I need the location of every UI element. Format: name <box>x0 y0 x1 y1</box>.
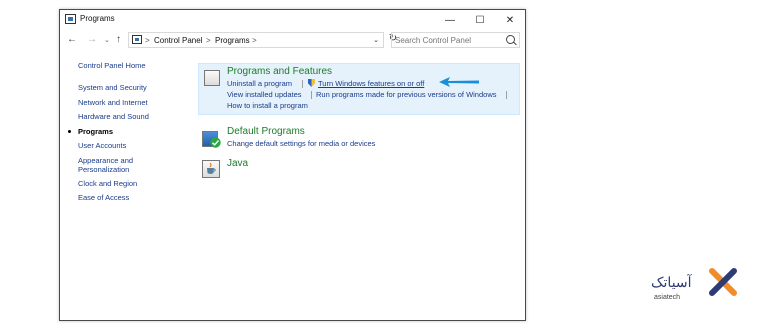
search-input[interactable] <box>395 34 495 46</box>
window-title: Programs <box>80 14 115 23</box>
asiatech-x-icon <box>709 268 737 296</box>
run-previous-versions-link[interactable]: Run programs made for previous versions … <box>316 90 497 99</box>
uninstall-program-link[interactable]: Uninstall a program <box>227 79 292 88</box>
arrow-icon <box>439 77 479 87</box>
sidebar-item-user-accounts[interactable]: User Accounts <box>78 141 126 150</box>
address-bar[interactable]: > Control Panel > Programs > ⌄ <box>128 32 384 48</box>
minimize-button[interactable]: — <box>435 10 465 31</box>
breadcrumb-separator[interactable]: > <box>206 36 211 45</box>
link-separator <box>506 91 507 99</box>
link-separator <box>311 91 312 99</box>
default-programs-title[interactable]: Default Programs <box>227 126 305 137</box>
logo-text-fa: آسیاتک <box>651 274 692 290</box>
change-default-settings-link[interactable]: Change default settings for media or dev… <box>227 139 375 148</box>
breadcrumb-separator[interactable]: > <box>145 36 150 45</box>
link-separator <box>302 80 303 88</box>
checkmark-icon <box>210 137 221 148</box>
address-row: ← → ⌄ ↑ > Control Panel > Programs > ⌄ ↻ <box>60 31 525 51</box>
turn-windows-features-link[interactable]: Turn Windows features on or off <box>318 79 424 88</box>
breadcrumb-programs[interactable]: Programs <box>215 36 250 45</box>
sidebar-item-appearance-personalization[interactable]: Appearance and Personalization <box>78 156 133 174</box>
active-bullet-icon <box>68 130 71 133</box>
programs-features-icon[interactable] <box>204 70 220 86</box>
control-panel-icon <box>132 35 142 44</box>
control-panel-window: Programs — ☐ ✕ ← → ⌄ ↑ > Control Panel >… <box>59 9 526 321</box>
close-button[interactable]: ✕ <box>495 10 525 31</box>
address-dropdown-button[interactable]: ⌄ <box>373 36 379 44</box>
sidebar-item-network-internet[interactable]: Network and Internet <box>78 98 148 107</box>
how-to-install-link[interactable]: How to install a program <box>227 101 308 110</box>
sidebar-item-programs[interactable]: Programs <box>78 127 113 136</box>
search-icon[interactable] <box>506 35 515 44</box>
control-panel-icon <box>65 14 76 24</box>
sidebar-item-clock-region[interactable]: Clock and Region <box>78 179 137 188</box>
forward-button[interactable]: → <box>87 34 97 45</box>
programs-features-title[interactable]: Programs and Features <box>227 66 332 77</box>
title-bar[interactable]: Programs — ☐ ✕ <box>60 10 525 31</box>
java-cup-icon <box>207 162 216 174</box>
sidebar-item-hardware-sound[interactable]: Hardware and Sound <box>78 112 149 121</box>
view-installed-updates-link[interactable]: View installed updates <box>227 90 302 99</box>
breadcrumb-separator[interactable]: > <box>252 36 257 45</box>
breadcrumb-control-panel[interactable]: Control Panel <box>154 36 202 45</box>
java-title[interactable]: Java <box>227 158 248 169</box>
up-button[interactable]: ↑ <box>116 34 121 45</box>
sidebar-item-ease-of-access[interactable]: Ease of Access <box>78 193 129 202</box>
recent-locations-button[interactable]: ⌄ <box>104 36 110 44</box>
search-box[interactable] <box>391 32 520 48</box>
logo-text-en: asiatech <box>654 294 681 301</box>
back-button[interactable]: ← <box>67 34 77 45</box>
maximize-button[interactable]: ☐ <box>465 10 495 31</box>
asiatech-logo: آسیاتک asiatech <box>651 265 741 305</box>
sidebar-item-system-security[interactable]: System and Security <box>78 83 147 92</box>
sidebar-control-panel-home[interactable]: Control Panel Home <box>78 61 146 70</box>
